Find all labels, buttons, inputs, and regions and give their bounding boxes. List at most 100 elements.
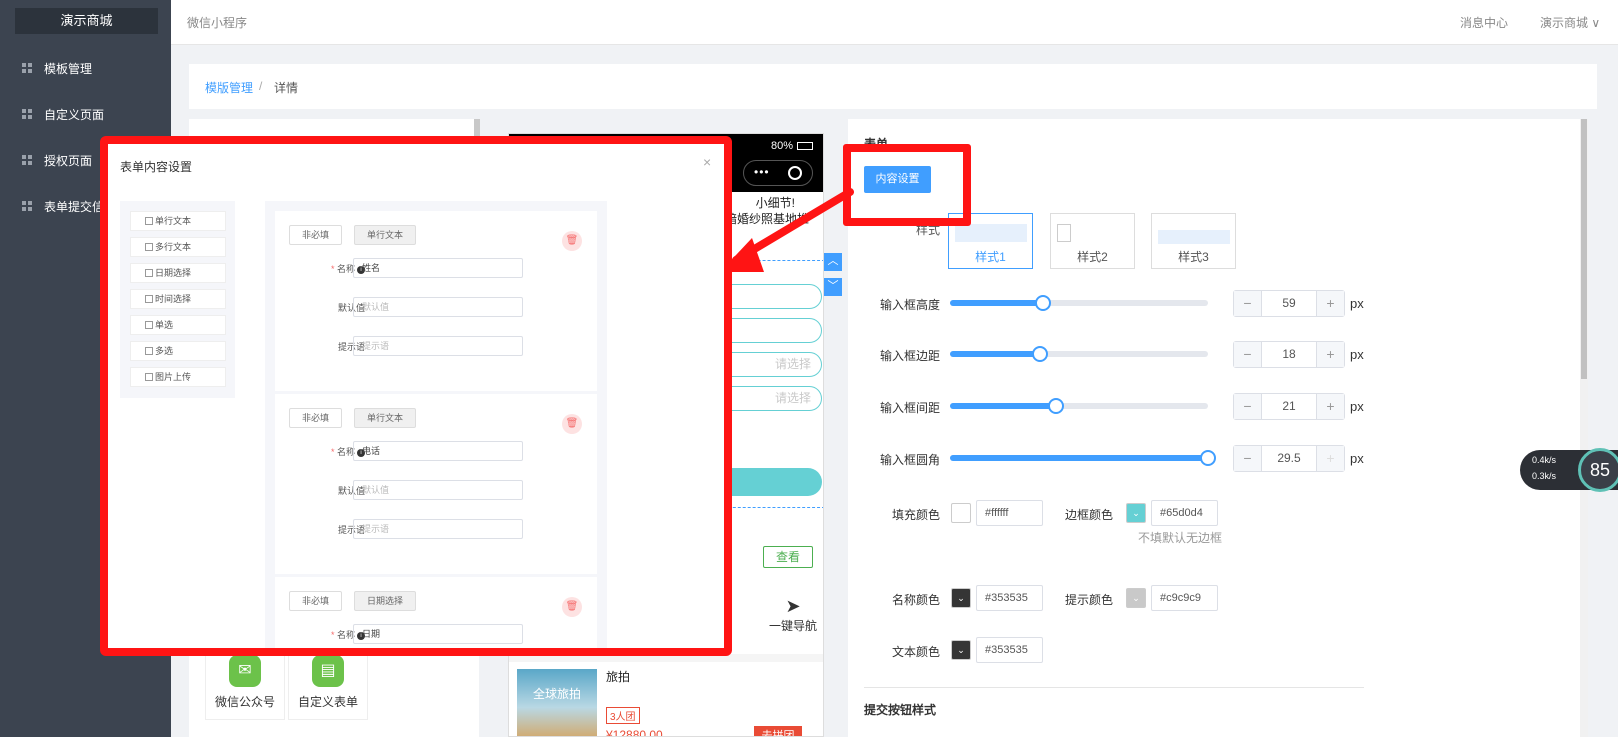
text-color-swatch[interactable]: ⌄ (951, 640, 971, 660)
style-option-3[interactable]: 样式3 (1151, 213, 1236, 269)
unit-label: px (1350, 347, 1364, 362)
decrease-button[interactable]: − (1234, 394, 1261, 419)
style-option-label: 样式3 (1178, 250, 1209, 264)
wechat-icon: ✉ (229, 655, 261, 687)
border-color-swatch[interactable]: ⌄ (1126, 503, 1146, 523)
padding-slider[interactable] (950, 346, 1208, 362)
product-title: 旅拍 (606, 670, 631, 684)
grid-icon (22, 201, 32, 211)
field-type-label: 时间选择 (155, 294, 192, 304)
divider (864, 687, 1364, 688)
increase-button[interactable]: + (1317, 291, 1344, 316)
tip-input[interactable]: 提示语 (353, 336, 523, 356)
field-type-time[interactable]: 时间选择 (130, 289, 226, 309)
height-value[interactable]: 59 (1261, 291, 1317, 316)
more-icon: ••• (754, 165, 770, 179)
field-type-chip: 日期选择 (354, 591, 417, 611)
fill-color-swatch[interactable] (951, 503, 971, 523)
padding-stepper[interactable]: − 18 + (1233, 341, 1345, 368)
slider-label-padding: 输入框边距 (880, 349, 941, 363)
style-option-2[interactable]: 样式2 (1050, 213, 1135, 269)
decrease-button[interactable]: − (1234, 291, 1261, 316)
decrease-button[interactable]: − (1234, 342, 1261, 367)
border-color-hint: 不填默认无边框 (1138, 531, 1223, 545)
height-slider[interactable] (950, 295, 1208, 311)
unit-label: px (1350, 451, 1364, 466)
field-type-checkbox[interactable]: 多选 (130, 341, 226, 361)
hint-color-swatch[interactable]: ⌄ (1126, 588, 1146, 608)
clock-icon (145, 295, 153, 303)
padding-value[interactable]: 18 (1261, 342, 1317, 367)
required-toggle[interactable]: 非必填 (289, 408, 343, 428)
unit-label: px (1350, 296, 1364, 311)
decrease-button[interactable]: − (1234, 446, 1261, 471)
navigation-arrow-icon: ➤ (785, 596, 801, 616)
product-price: ¥12880.00 (606, 728, 663, 737)
join-group-button[interactable]: 去拼团 (754, 726, 802, 736)
component-label: 微信公众号 (214, 695, 275, 709)
height-stepper[interactable]: − 59 + (1233, 290, 1345, 317)
component-label: 自定义表单 (297, 695, 358, 709)
field-type-multi-text[interactable]: 多行文本 (130, 237, 226, 257)
grid-icon (22, 63, 32, 73)
fill-color-label: 填充颜色 (892, 508, 941, 522)
navigation-button[interactable]: ➤ 一键导航 (769, 596, 817, 634)
name-input[interactable]: 姓名 (353, 258, 523, 278)
field-type-label: 图片上传 (155, 372, 192, 382)
increase-button[interactable]: + (1317, 446, 1344, 471)
slider-label-height: 输入框高度 (880, 298, 941, 312)
upload-speed: 0.4k/s (1532, 455, 1557, 465)
field-type-date[interactable]: 日期选择 (130, 263, 226, 283)
field-type-single-text[interactable]: 单行文本 (130, 211, 226, 231)
settings-scrollbar[interactable] (1580, 119, 1588, 737)
spacing-value[interactable]: 21 (1261, 394, 1317, 419)
name-color-label: 名称颜色 (892, 593, 941, 607)
delete-icon[interactable]: 🗑 (562, 231, 582, 251)
required-toggle[interactable]: 非必填 (289, 225, 343, 245)
message-center-link[interactable]: 消息中心 (1460, 14, 1508, 31)
default-input[interactable]: 默认值 (353, 480, 523, 500)
shop-menu[interactable]: 演示商城 ∨ (1540, 14, 1600, 31)
navigation-label: 一键导航 (769, 619, 818, 633)
memory-percent: 85 (1578, 448, 1618, 492)
component-wechat-official[interactable]: ✉ 微信公众号 (205, 652, 285, 720)
sidebar-item-templates[interactable]: 模板管理 (0, 48, 171, 88)
name-color-input[interactable]: #353535 (976, 585, 1043, 611)
field-type-label: 日期选择 (155, 268, 192, 278)
close-icon[interactable]: × (703, 154, 711, 170)
name-input[interactable]: 日期 (353, 624, 523, 644)
radius-slider[interactable] (950, 450, 1216, 466)
modal-title: 表单内容设置 (120, 160, 193, 174)
name-input[interactable]: 电话 (353, 441, 523, 461)
radius-value[interactable]: 29.5 (1261, 446, 1317, 471)
name-color-swatch[interactable]: ⌄ (951, 588, 971, 608)
spacing-slider[interactable] (950, 398, 1208, 414)
delete-icon[interactable]: 🗑 (562, 597, 582, 617)
app-subtitle: 微信小程序 (187, 16, 248, 30)
spacing-stepper[interactable]: − 21 + (1233, 393, 1345, 420)
text-color-label: 文本颜色 (892, 645, 941, 659)
network-speed-widget[interactable]: 0.4k/s 0.3k/s 85 (1520, 448, 1618, 492)
text-color-input[interactable]: #353535 (976, 637, 1043, 663)
delete-icon[interactable]: 🗑 (562, 414, 582, 434)
fill-color-input[interactable]: #ffffff (976, 500, 1043, 526)
submit-style-section-title: 提交按钮样式 (864, 703, 937, 717)
breadcrumb-link-templates[interactable]: 模版管理 (205, 79, 253, 96)
hint-color-input[interactable]: #c9c9c9 (1151, 585, 1218, 611)
view-button[interactable]: 查看 (763, 546, 813, 568)
default-input[interactable]: 默认值 (353, 297, 523, 317)
field-type-chip: 单行文本 (354, 225, 417, 245)
component-custom-form[interactable]: ▤ 自定义表单 (288, 652, 368, 720)
border-color-input[interactable]: #65d0d4 (1151, 500, 1218, 526)
required-toggle[interactable]: 非必填 (289, 591, 343, 611)
sidebar-item-custom-pages[interactable]: 自定义页面 (0, 94, 171, 134)
field-type-image-upload[interactable]: 图片上传 (130, 367, 226, 387)
increase-button[interactable]: + (1317, 394, 1344, 419)
close-circle-icon (788, 166, 802, 180)
product-image-text: 全球旅拍 (532, 687, 581, 701)
increase-button[interactable]: + (1317, 342, 1344, 367)
grid-icon (22, 109, 32, 119)
tip-input[interactable]: 提示语 (353, 519, 523, 539)
radius-stepper[interactable]: − 29.5 + (1233, 445, 1345, 472)
field-type-radio[interactable]: 单选 (130, 315, 226, 335)
